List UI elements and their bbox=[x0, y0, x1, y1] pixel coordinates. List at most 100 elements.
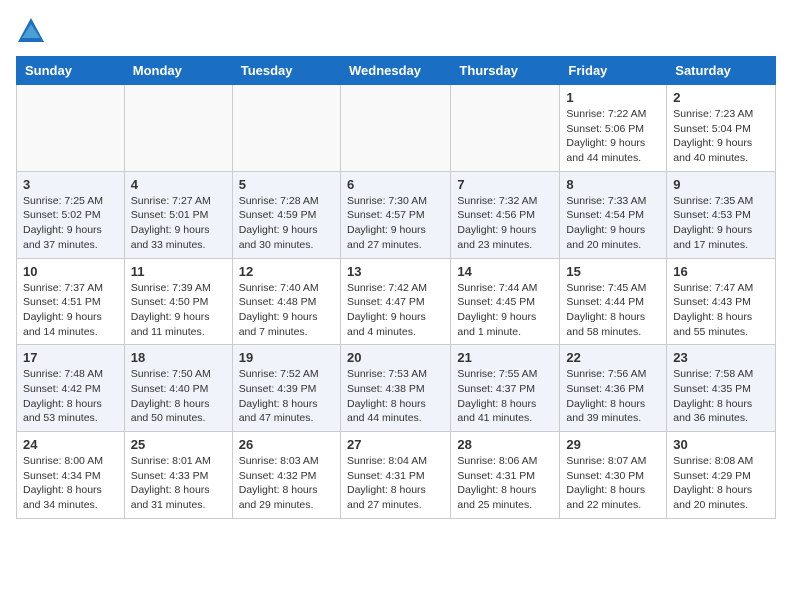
calendar-cell bbox=[232, 85, 340, 172]
day-number: 17 bbox=[23, 350, 118, 365]
calendar-cell: 9 Sunrise: 7:35 AMSunset: 4:53 PMDaylight… bbox=[667, 171, 776, 258]
day-number: 8 bbox=[566, 177, 660, 192]
calendar-cell: 5 Sunrise: 7:28 AMSunset: 4:59 PMDaylight… bbox=[232, 171, 340, 258]
day-number: 3 bbox=[23, 177, 118, 192]
day-number: 21 bbox=[457, 350, 553, 365]
calendar-cell: 16Sunrise: 7:47 AMSunset: 4:43 PMDayligh… bbox=[667, 258, 776, 345]
calendar-cell bbox=[124, 85, 232, 172]
calendar-cell: 30 Sunrise: 8:08 AMSunset: 4:29 PMDayligh… bbox=[667, 432, 776, 519]
logo-icon bbox=[16, 16, 46, 46]
calendar-cell: 15 Sunrise: 7:45 AMSunset: 4:44 PMDayligh… bbox=[560, 258, 667, 345]
calendar-cell: 6Sunrise: 7:30 AMSunset: 4:57 PMDaylight… bbox=[340, 171, 450, 258]
day-detail: Sunrise: 7:32 AMSunset: 4:56 PMDaylight:… bbox=[457, 194, 553, 253]
day-detail: Sunrise: 7:44 AMSunset: 4:45 PMDaylight:… bbox=[457, 281, 553, 340]
calendar-cell: 13 Sunrise: 7:42 AMSunset: 4:47 PMDayligh… bbox=[340, 258, 450, 345]
day-number: 20 bbox=[347, 350, 444, 365]
calendar-table: SundayMondayTuesdayWednesdayThursdayFrid… bbox=[16, 56, 776, 519]
calendar-cell bbox=[17, 85, 125, 172]
day-detail: Sunrise: 7:37 AMSunset: 4:51 PMDaylight:… bbox=[23, 281, 118, 340]
day-detail: Sunrise: 7:42 AMSunset: 4:47 PMDaylight:… bbox=[347, 281, 444, 340]
day-detail: Sunrise: 7:55 AMSunset: 4:37 PMDaylight:… bbox=[457, 367, 553, 426]
day-number: 2 bbox=[673, 90, 769, 105]
day-detail: Sunrise: 7:33 AMSunset: 4:54 PMDaylight:… bbox=[566, 194, 660, 253]
calendar-header-row: SundayMondayTuesdayWednesdayThursdayFrid… bbox=[17, 57, 776, 85]
day-number: 4 bbox=[131, 177, 226, 192]
day-number: 1 bbox=[566, 90, 660, 105]
day-number: 18 bbox=[131, 350, 226, 365]
day-number: 15 bbox=[566, 264, 660, 279]
calendar-cell: 18 Sunrise: 7:50 AMSunset: 4:40 PMDayligh… bbox=[124, 345, 232, 432]
day-detail: Sunrise: 7:39 AMSunset: 4:50 PMDaylight:… bbox=[131, 281, 226, 340]
day-detail: Sunrise: 7:45 AMSunset: 4:44 PMDaylight:… bbox=[566, 281, 660, 340]
calendar-cell: 8 Sunrise: 7:33 AMSunset: 4:54 PMDaylight… bbox=[560, 171, 667, 258]
day-detail: Sunrise: 7:47 AMSunset: 4:43 PMDaylight:… bbox=[673, 281, 769, 340]
calendar-week-row: 3Sunrise: 7:25 AMSunset: 5:02 PMDaylight… bbox=[17, 171, 776, 258]
calendar-cell: 17 Sunrise: 7:48 AMSunset: 4:42 PMDayligh… bbox=[17, 345, 125, 432]
day-number: 29 bbox=[566, 437, 660, 452]
day-of-week-header: Tuesday bbox=[232, 57, 340, 85]
day-detail: Sunrise: 7:22 AMSunset: 5:06 PMDaylight:… bbox=[566, 107, 660, 166]
day-of-week-header: Friday bbox=[560, 57, 667, 85]
day-detail: Sunrise: 7:58 AMSunset: 4:35 PMDaylight:… bbox=[673, 367, 769, 426]
day-detail: Sunrise: 7:56 AMSunset: 4:36 PMDaylight:… bbox=[566, 367, 660, 426]
calendar-cell: 3Sunrise: 7:25 AMSunset: 5:02 PMDaylight… bbox=[17, 171, 125, 258]
day-number: 13 bbox=[347, 264, 444, 279]
day-detail: Sunrise: 8:00 AMSunset: 4:34 PMDaylight:… bbox=[23, 454, 118, 513]
calendar-week-row: 10 Sunrise: 7:37 AMSunset: 4:51 PMDayligh… bbox=[17, 258, 776, 345]
day-detail: Sunrise: 7:40 AMSunset: 4:48 PMDaylight:… bbox=[239, 281, 334, 340]
day-number: 19 bbox=[239, 350, 334, 365]
day-number: 9 bbox=[673, 177, 769, 192]
calendar-cell: 14Sunrise: 7:44 AMSunset: 4:45 PMDayligh… bbox=[451, 258, 560, 345]
day-detail: Sunrise: 7:35 AMSunset: 4:53 PMDaylight:… bbox=[673, 194, 769, 253]
calendar-cell: 24 Sunrise: 8:00 AMSunset: 4:34 PMDayligh… bbox=[17, 432, 125, 519]
day-number: 5 bbox=[239, 177, 334, 192]
calendar-cell: 28 Sunrise: 8:06 AMSunset: 4:31 PMDayligh… bbox=[451, 432, 560, 519]
day-of-week-header: Wednesday bbox=[340, 57, 450, 85]
calendar-cell: 12Sunrise: 7:40 AMSunset: 4:48 PMDayligh… bbox=[232, 258, 340, 345]
calendar-cell: 23 Sunrise: 7:58 AMSunset: 4:35 PMDayligh… bbox=[667, 345, 776, 432]
calendar-cell: 11 Sunrise: 7:39 AMSunset: 4:50 PMDayligh… bbox=[124, 258, 232, 345]
day-number: 28 bbox=[457, 437, 553, 452]
day-number: 27 bbox=[347, 437, 444, 452]
day-detail: Sunrise: 7:48 AMSunset: 4:42 PMDaylight:… bbox=[23, 367, 118, 426]
day-detail: Sunrise: 8:07 AMSunset: 4:30 PMDaylight:… bbox=[566, 454, 660, 513]
calendar-cell: 26Sunrise: 8:03 AMSunset: 4:32 PMDayligh… bbox=[232, 432, 340, 519]
day-number: 25 bbox=[131, 437, 226, 452]
calendar-week-row: 24 Sunrise: 8:00 AMSunset: 4:34 PMDayligh… bbox=[17, 432, 776, 519]
day-detail: Sunrise: 7:23 AMSunset: 5:04 PMDaylight:… bbox=[673, 107, 769, 166]
calendar-cell: 1 Sunrise: 7:22 AMSunset: 5:06 PMDaylight… bbox=[560, 85, 667, 172]
day-detail: Sunrise: 8:06 AMSunset: 4:31 PMDaylight:… bbox=[457, 454, 553, 513]
calendar-cell: 10 Sunrise: 7:37 AMSunset: 4:51 PMDayligh… bbox=[17, 258, 125, 345]
day-of-week-header: Saturday bbox=[667, 57, 776, 85]
calendar-cell: 20Sunrise: 7:53 AMSunset: 4:38 PMDayligh… bbox=[340, 345, 450, 432]
calendar-cell: 2 Sunrise: 7:23 AMSunset: 5:04 PMDaylight… bbox=[667, 85, 776, 172]
calendar-cell: 27 Sunrise: 8:04 AMSunset: 4:31 PMDayligh… bbox=[340, 432, 450, 519]
calendar-cell: 29 Sunrise: 8:07 AMSunset: 4:30 PMDayligh… bbox=[560, 432, 667, 519]
day-number: 11 bbox=[131, 264, 226, 279]
day-of-week-header: Sunday bbox=[17, 57, 125, 85]
day-number: 23 bbox=[673, 350, 769, 365]
day-detail: Sunrise: 8:04 AMSunset: 4:31 PMDaylight:… bbox=[347, 454, 444, 513]
day-number: 26 bbox=[239, 437, 334, 452]
day-number: 30 bbox=[673, 437, 769, 452]
day-of-week-header: Monday bbox=[124, 57, 232, 85]
calendar-week-row: 1 Sunrise: 7:22 AMSunset: 5:06 PMDaylight… bbox=[17, 85, 776, 172]
day-detail: Sunrise: 7:50 AMSunset: 4:40 PMDaylight:… bbox=[131, 367, 226, 426]
day-number: 6 bbox=[347, 177, 444, 192]
day-detail: Sunrise: 7:52 AMSunset: 4:39 PMDaylight:… bbox=[239, 367, 334, 426]
day-detail: Sunrise: 7:28 AMSunset: 4:59 PMDaylight:… bbox=[239, 194, 334, 253]
day-detail: Sunrise: 7:27 AMSunset: 5:01 PMDaylight:… bbox=[131, 194, 226, 253]
day-number: 10 bbox=[23, 264, 118, 279]
day-detail: Sunrise: 8:01 AMSunset: 4:33 PMDaylight:… bbox=[131, 454, 226, 513]
day-number: 24 bbox=[23, 437, 118, 452]
calendar-cell bbox=[340, 85, 450, 172]
calendar-cell: 7 Sunrise: 7:32 AMSunset: 4:56 PMDaylight… bbox=[451, 171, 560, 258]
page-header bbox=[16, 16, 776, 46]
day-number: 7 bbox=[457, 177, 553, 192]
day-detail: Sunrise: 8:08 AMSunset: 4:29 PMDaylight:… bbox=[673, 454, 769, 513]
calendar-week-row: 17 Sunrise: 7:48 AMSunset: 4:42 PMDayligh… bbox=[17, 345, 776, 432]
calendar-cell: 4 Sunrise: 7:27 AMSunset: 5:01 PMDaylight… bbox=[124, 171, 232, 258]
day-of-week-header: Thursday bbox=[451, 57, 560, 85]
logo bbox=[16, 16, 48, 46]
calendar-cell: 25 Sunrise: 8:01 AMSunset: 4:33 PMDayligh… bbox=[124, 432, 232, 519]
